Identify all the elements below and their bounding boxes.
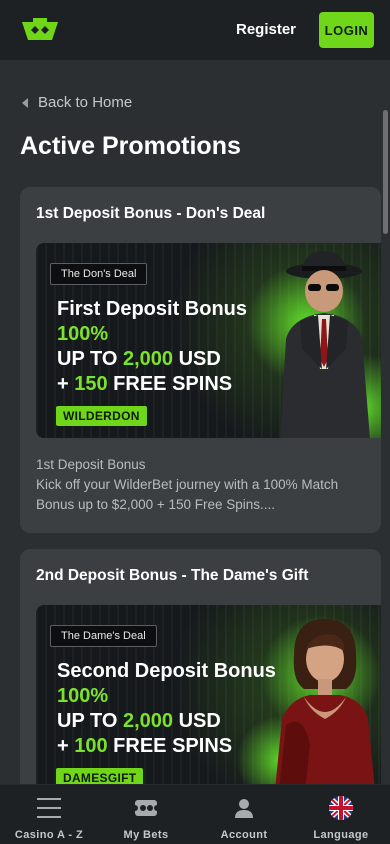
- wilderbet-logo-icon[interactable]: [22, 18, 58, 42]
- promotion-card[interactable]: 2nd Deposit Bonus - The Dame's Gift The …: [20, 549, 381, 809]
- nav-label: Language: [313, 829, 369, 841]
- login-button[interactable]: LOGIN: [319, 12, 374, 48]
- register-link[interactable]: Register: [236, 21, 296, 38]
- nav-language[interactable]: Language: [292, 785, 390, 844]
- promotion-banner[interactable]: The Dame's Deal Second Deposit Bonus 100…: [36, 605, 381, 800]
- promotion-title: 1st Deposit Bonus - Don's Deal: [36, 205, 266, 222]
- nav-account[interactable]: Account: [195, 785, 293, 844]
- nav-casino-a-z[interactable]: Casino A - Z: [0, 785, 98, 844]
- nav-label: My Bets: [123, 829, 169, 841]
- page-title: Active Promotions: [20, 132, 241, 160]
- page-scrollbar[interactable]: [382, 60, 390, 784]
- bottom-navigation: Casino A - Z My Bets Account Language: [0, 784, 390, 844]
- chevron-left-icon: [22, 97, 28, 108]
- nav-label: Casino A - Z: [14, 829, 84, 841]
- banner-amount-line: UP TO 2,000 USD: [57, 348, 221, 370]
- gangster-character-illustration: [280, 251, 370, 438]
- banner-headline: Second Deposit Bonus: [57, 660, 276, 682]
- promotion-title: 2nd Deposit Bonus - The Dame's Gift: [36, 567, 309, 584]
- user-icon: [235, 799, 253, 818]
- description-line: 1st Deposit Bonus: [36, 457, 146, 472]
- description-line: Bonus up to $2,000 + 150 Free Spins....: [36, 497, 276, 512]
- banner-headline: First Deposit Bonus: [57, 298, 248, 320]
- uk-flag-icon: [329, 796, 353, 820]
- back-to-home-link[interactable]: Back to Home: [22, 94, 132, 111]
- promo-tag: The Don's Deal: [50, 263, 148, 285]
- scrollbar-thumb[interactable]: [383, 110, 388, 234]
- promotion-card[interactable]: 1st Deposit Bonus - Don's Deal The Don's…: [20, 187, 381, 533]
- promo-code-badge: WILDERDON: [56, 406, 147, 426]
- top-header: Register LOGIN: [0, 0, 390, 60]
- ticket-icon: [132, 800, 160, 816]
- banner-percent: 100%: [57, 323, 109, 345]
- promotion-banner[interactable]: The Don's Deal First Deposit Bonus 100% …: [36, 243, 381, 438]
- banner-percent: 100%: [57, 685, 109, 707]
- description-line: Kick off your WilderBet journey with a 1…: [36, 477, 339, 492]
- promotion-description: 1st Deposit Bonus Kick off your WilderBe…: [36, 455, 338, 515]
- banner-spins-line: + 100 FREE SPINS: [57, 735, 233, 757]
- dame-character-illustration: [274, 619, 376, 800]
- banner-spins-line: + 150 FREE SPINS: [57, 373, 233, 395]
- back-label: Back to Home: [38, 94, 133, 111]
- banner-amount-line: UP TO 2,000 USD: [57, 710, 221, 732]
- nav-my-bets[interactable]: My Bets: [97, 785, 195, 844]
- promo-tag: The Dame's Deal: [50, 625, 157, 647]
- nav-label: Account: [220, 829, 268, 841]
- menu-icon: [37, 798, 61, 818]
